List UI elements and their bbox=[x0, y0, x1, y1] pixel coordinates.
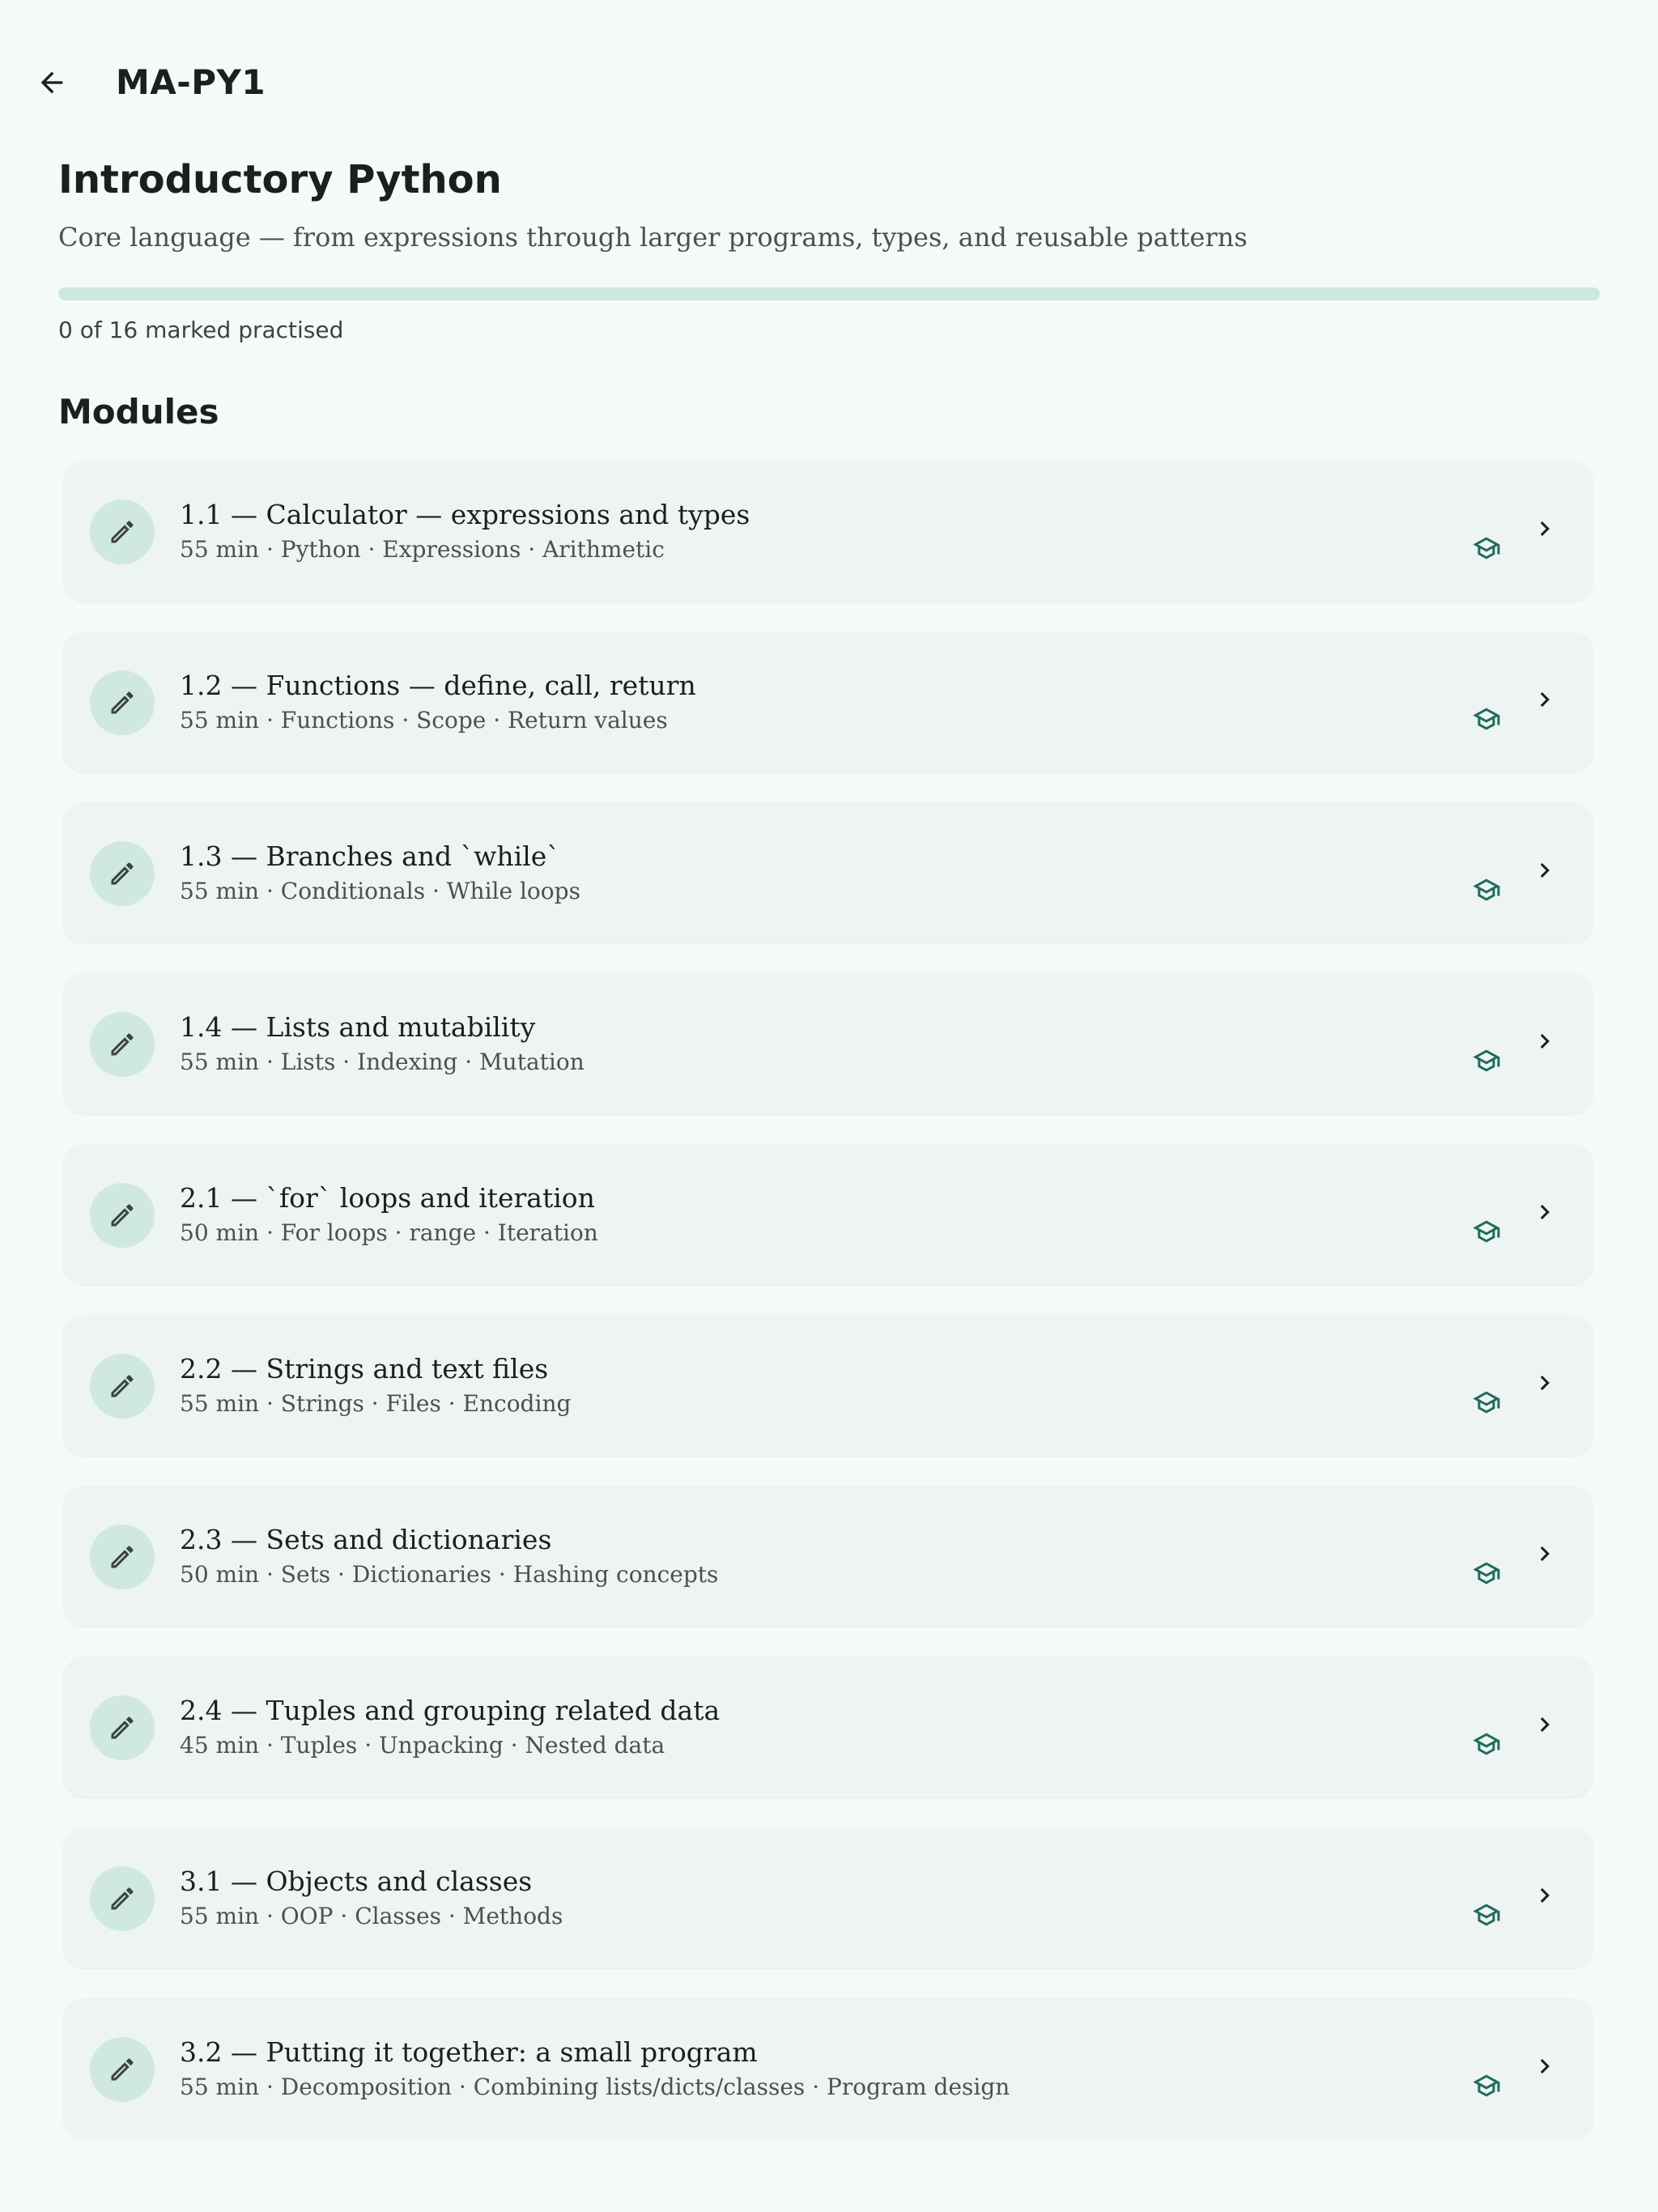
module-card[interactable]: 1.3 — Branches and `while` 55 min · Cond… bbox=[63, 802, 1593, 943]
module-meta: 55 min · Decomposition · Combining lists… bbox=[180, 2074, 1010, 2100]
module-card[interactable]: 2.1 — `for` loops and iteration 50 min ·… bbox=[63, 1144, 1593, 1285]
module-card[interactable]: 1.4 — Lists and mutability 55 min · List… bbox=[63, 973, 1593, 1114]
module-meta: 55 min · Conditionals · While loops bbox=[180, 878, 580, 904]
chevron-right-icon bbox=[1525, 1022, 1564, 1061]
arrow-back-icon bbox=[36, 66, 68, 102]
graduation-cap-icon bbox=[1469, 872, 1504, 908]
module-meta: 55 min · OOP · Classes · Methods bbox=[180, 1903, 563, 1929]
chevron-right-icon bbox=[1525, 851, 1564, 890]
page-title: Introductory Python bbox=[58, 157, 502, 202]
module-meta: 55 min · Lists · Indexing · Mutation bbox=[180, 1049, 585, 1075]
module-list: 1.1 — Calculator — expressions and types… bbox=[63, 461, 1593, 2169]
module-meta: 55 min · Python · Expressions · Arithmet… bbox=[180, 536, 665, 563]
pencil-icon bbox=[90, 1354, 155, 1419]
section-heading: Modules bbox=[58, 392, 219, 432]
pencil-icon bbox=[90, 841, 155, 906]
chevron-right-icon bbox=[1525, 1876, 1564, 1915]
module-meta: 55 min · Functions · Scope · Return valu… bbox=[180, 707, 668, 734]
pencil-icon bbox=[90, 1695, 155, 1760]
module-meta: 50 min · For loops · range · Iteration bbox=[180, 1219, 598, 1246]
graduation-cap-icon bbox=[1469, 530, 1504, 566]
chevron-right-icon bbox=[1525, 680, 1564, 719]
chevron-right-icon bbox=[1525, 1363, 1564, 1402]
chevron-right-icon bbox=[1525, 1193, 1564, 1231]
pencil-icon bbox=[90, 1525, 155, 1589]
chevron-right-icon bbox=[1525, 1705, 1564, 1744]
graduation-cap-icon bbox=[1469, 1555, 1504, 1591]
graduation-cap-icon bbox=[1469, 1214, 1504, 1249]
pencil-icon bbox=[90, 500, 155, 564]
module-title: 1.4 — Lists and mutability bbox=[180, 1011, 536, 1043]
module-title: 1.3 — Branches and `while` bbox=[180, 840, 560, 872]
module-card[interactable]: 1.1 — Calculator — expressions and types… bbox=[63, 461, 1593, 602]
module-card[interactable]: 1.2 — Functions — define, call, return 5… bbox=[63, 632, 1593, 772]
pencil-icon bbox=[90, 2037, 155, 2102]
module-card[interactable]: 2.4 — Tuples and grouping related data 4… bbox=[63, 1657, 1593, 1797]
module-title: 2.3 — Sets and dictionaries bbox=[180, 1524, 552, 1555]
module-card[interactable]: 2.3 — Sets and dictionaries 50 min · Set… bbox=[63, 1486, 1593, 1627]
module-title: 1.2 — Functions — define, call, return bbox=[180, 670, 696, 701]
module-meta: 45 min · Tuples · Unpacking · Nested dat… bbox=[180, 1732, 665, 1759]
chevron-right-icon bbox=[1525, 509, 1564, 548]
progress-bar bbox=[58, 287, 1600, 300]
module-title: 3.1 — Objects and classes bbox=[180, 1865, 533, 1897]
graduation-cap-icon bbox=[1469, 1385, 1504, 1420]
module-title: 2.1 — `for` loops and iteration bbox=[180, 1182, 595, 1214]
module-card[interactable]: 3.1 — Objects and classes 55 min · OOP ·… bbox=[63, 1827, 1593, 1968]
back-button[interactable] bbox=[18, 50, 86, 118]
graduation-cap-icon bbox=[1469, 1043, 1504, 1078]
module-meta: 50 min · Sets · Dictionaries · Hashing c… bbox=[180, 1561, 719, 1588]
progress-text: 0 of 16 marked practised bbox=[58, 317, 344, 343]
pencil-icon bbox=[90, 1866, 155, 1931]
page-subtitle: Core language — from expressions through… bbox=[58, 222, 1248, 253]
app-bar-title: MA-PY1 bbox=[116, 62, 266, 102]
graduation-cap-icon bbox=[1469, 701, 1504, 737]
chevron-right-icon bbox=[1525, 1534, 1564, 1573]
graduation-cap-icon bbox=[1469, 2068, 1504, 2104]
module-title: 1.1 — Calculator — expressions and types bbox=[180, 499, 750, 530]
module-meta: 55 min · Strings · Files · Encoding bbox=[180, 1390, 572, 1417]
module-title: 3.2 — Putting it together: a small progr… bbox=[180, 2036, 758, 2068]
top-app-bar: MA-PY1 bbox=[0, 0, 1658, 168]
pencil-icon bbox=[90, 1183, 155, 1248]
module-title: 2.2 — Strings and text files bbox=[180, 1353, 549, 1385]
graduation-cap-icon bbox=[1469, 1726, 1504, 1762]
chevron-right-icon bbox=[1525, 2047, 1564, 2086]
pencil-icon bbox=[90, 670, 155, 735]
pencil-icon bbox=[90, 1012, 155, 1077]
module-card[interactable]: 2.2 — Strings and text files 55 min · St… bbox=[63, 1315, 1593, 1456]
module-title: 2.4 — Tuples and grouping related data bbox=[180, 1695, 721, 1726]
module-card[interactable]: 3.2 — Putting it together: a small progr… bbox=[63, 1998, 1593, 2139]
graduation-cap-icon bbox=[1469, 1897, 1504, 1933]
